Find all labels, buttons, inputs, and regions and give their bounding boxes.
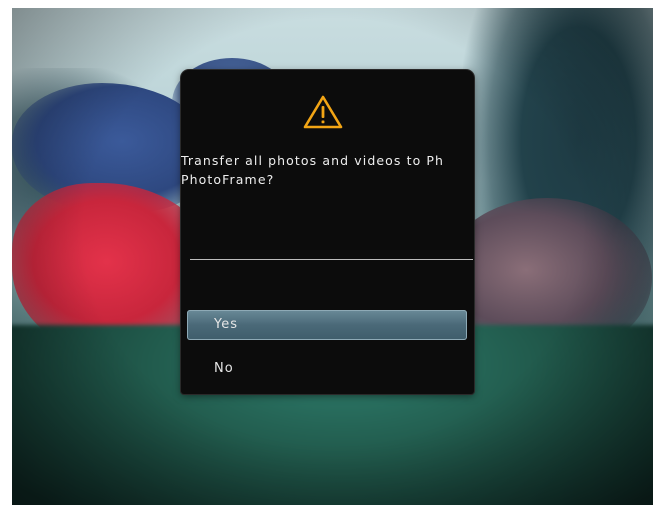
no-option-label: No: [214, 361, 234, 376]
no-option-button[interactable]: No: [187, 354, 467, 384]
warning-triangle-icon: [303, 95, 343, 129]
transfer-confirm-dialog: Transfer all photos and videos to Ph Pho…: [181, 70, 474, 394]
divider: [190, 259, 473, 260]
yes-option-label: Yes: [214, 317, 238, 332]
dialog-message-line: Transfer all photos and videos to Ph: [181, 153, 445, 168]
yes-option-button[interactable]: Yes: [187, 310, 467, 340]
photo-frame-screen: Transfer all photos and videos to Ph Pho…: [12, 8, 653, 505]
dialog-message-line: PhotoFrame?: [181, 172, 275, 187]
dialog-message: Transfer all photos and videos to Ph Pho…: [181, 151, 474, 189]
